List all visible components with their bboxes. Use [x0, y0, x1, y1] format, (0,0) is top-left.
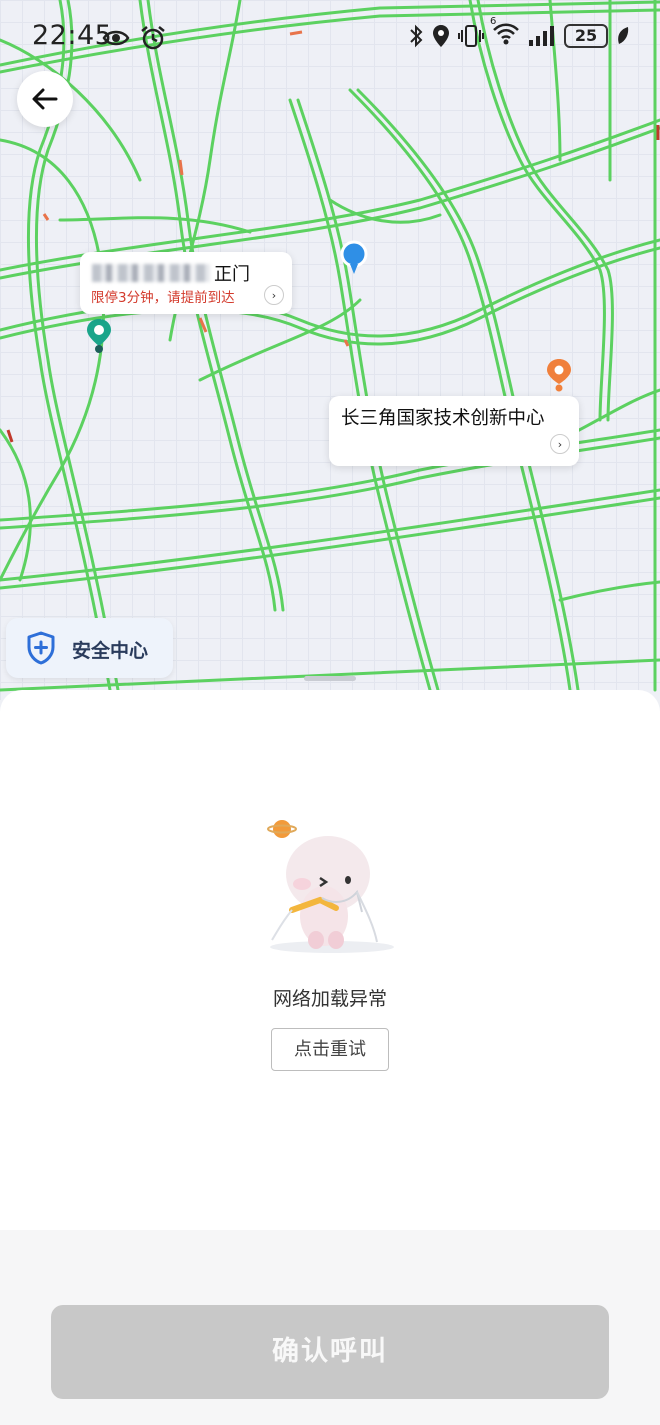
- shield-icon: [27, 631, 55, 665]
- destination-card[interactable]: 长三角国家技术创新中心 ›: [329, 396, 579, 466]
- location-icon: [433, 25, 449, 47]
- leaf-icon: [618, 27, 629, 44]
- start-pin-icon[interactable]: [86, 318, 112, 356]
- error-message: 网络加载异常: [272, 988, 387, 1010]
- pickup-location-card[interactable]: 正门 限停3分钟，请提前到达 ›: [80, 252, 292, 314]
- status-bar: 22:45 6 25: [0, 0, 660, 76]
- back-button[interactable]: [17, 71, 73, 127]
- mascot-illustration: [267, 820, 394, 953]
- bluetooth-icon: [410, 24, 423, 48]
- signal-icon: [529, 26, 554, 46]
- sheet-drag-handle[interactable]: [304, 676, 356, 681]
- eye-icon: [102, 30, 130, 46]
- alarm-icon: [141, 26, 165, 50]
- bottom-sheet: [0, 690, 660, 1230]
- safety-center-button[interactable]: 安全中心: [6, 618, 173, 678]
- status-time: 22:45: [32, 20, 113, 51]
- destination-name: 长三角国家技术创新中心: [341, 408, 545, 429]
- pickup-note: 限停3分钟，请提前到达: [91, 290, 235, 306]
- network-type-label: 6: [490, 16, 497, 27]
- arrow-left-icon: [32, 88, 58, 110]
- safety-center-label: 安全中心: [72, 640, 149, 662]
- destination-pin-icon[interactable]: [546, 358, 572, 394]
- chevron-right-icon: ›: [264, 285, 284, 305]
- pickup-name: 正门: [214, 264, 250, 285]
- chevron-right-icon: ›: [550, 434, 570, 454]
- current-location-icon: [340, 240, 368, 274]
- retry-button[interactable]: 点击重试: [271, 1028, 389, 1071]
- map-view[interactable]: [0, 0, 660, 700]
- confirm-call-button[interactable]: 确认呼叫: [51, 1305, 609, 1399]
- battery-icon: 25: [564, 24, 608, 48]
- vibrate-icon: [458, 25, 484, 47]
- redacted-text: [92, 264, 210, 282]
